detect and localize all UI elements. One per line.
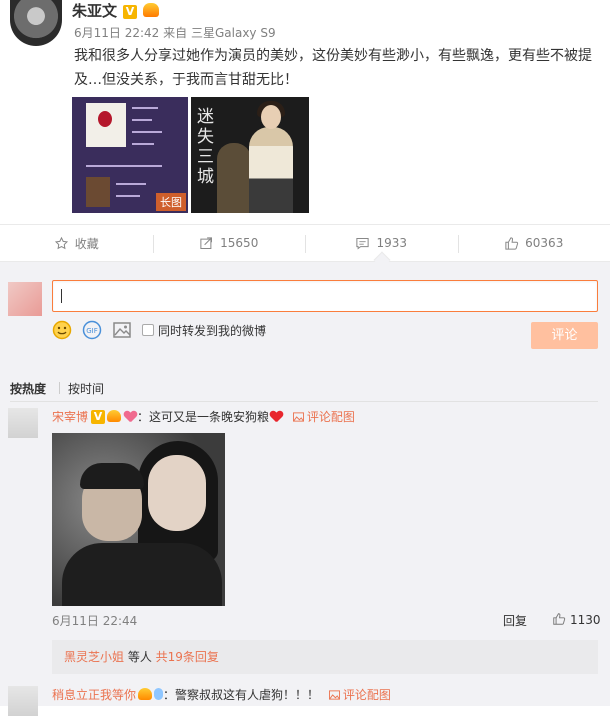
- post-device[interactable]: 三星Galaxy S9: [191, 26, 276, 40]
- comment-text: ：警察叔叔这有人虐狗！！！: [163, 688, 319, 702]
- picture-icon: [329, 690, 340, 700]
- post-text: 我和很多人分享过她作为演员的美妙，这份美妙有些渺小，有些飘逸，更有些不被提及…但…: [74, 44, 594, 92]
- red-heart-icon: [270, 411, 282, 422]
- emoji-icon[interactable]: [52, 320, 72, 340]
- star-icon: [54, 236, 69, 251]
- text-cursor: [61, 289, 62, 303]
- balloon-icon: [154, 688, 163, 700]
- picture-icon: [293, 412, 304, 422]
- sub-reply-user[interactable]: 黑灵芝小姐: [64, 650, 124, 664]
- submit-comment-button[interactable]: 评论: [531, 322, 598, 349]
- crown-emoji-icon: [107, 410, 121, 422]
- forward-checkbox[interactable]: [142, 324, 154, 336]
- divider: [10, 401, 598, 402]
- comment-icon: [355, 236, 370, 251]
- comment-count: 1933: [376, 236, 407, 250]
- like-count: 60363: [525, 236, 563, 250]
- comment-text-line: 宋宰博V ：这可又是一条晚安狗粮 评论配图: [52, 408, 355, 425]
- comment-pic-link[interactable]: 评论配图: [293, 410, 355, 424]
- comment-image[interactable]: [52, 433, 225, 606]
- comment-text-line: 稍息立正我等你 ：警察叔叔这有人虐狗！！！ 评论配图: [52, 686, 391, 703]
- sort-by-hot[interactable]: 按热度: [10, 380, 46, 397]
- favorite-label: 收藏: [75, 235, 99, 252]
- rose-graphic: [98, 111, 112, 127]
- author-avatar[interactable]: [10, 0, 62, 46]
- commenter-name[interactable]: 稍息立正我等你: [52, 688, 136, 702]
- comment-time: 6月11日 22:44: [52, 612, 137, 629]
- repost-button[interactable]: 15650: [153, 225, 306, 261]
- thumbs-up-icon: [504, 236, 519, 251]
- forward-label: 同时转发到我的微博: [158, 322, 266, 339]
- post-image-1[interactable]: 长图: [72, 97, 188, 213]
- comment-input[interactable]: [52, 280, 598, 312]
- my-avatar[interactable]: [8, 282, 42, 316]
- post-author[interactable]: 朱亚文 V: [72, 0, 159, 21]
- view-replies-link[interactable]: 共19条回复: [156, 650, 219, 664]
- comment-text: ：这可又是一条晚安狗粮: [137, 410, 269, 424]
- sort-by-time[interactable]: 按时间: [68, 380, 104, 397]
- comment-like-count: 1130: [570, 613, 601, 627]
- author-name[interactable]: 朱亚文: [72, 2, 117, 20]
- movie-figure-man: [217, 143, 251, 213]
- commenter-name[interactable]: 宋宰博: [52, 410, 88, 424]
- photo-woman-face: [148, 455, 206, 531]
- verified-icon: V: [123, 5, 137, 19]
- comment-pic-label: 评论配图: [343, 688, 391, 702]
- post-time[interactable]: 6月11日 22:42: [74, 26, 159, 40]
- verified-icon: V: [91, 410, 105, 424]
- source-prefix: 来自: [163, 26, 187, 40]
- gif-icon[interactable]: GIF: [82, 320, 102, 340]
- pink-heart-icon: [124, 411, 136, 422]
- favorite-button[interactable]: 收藏: [0, 225, 153, 261]
- reply-button[interactable]: 回复: [503, 612, 527, 629]
- comment-pic-link[interactable]: 评论配图: [329, 688, 391, 702]
- repost-icon: [199, 236, 214, 251]
- repost-count: 15650: [220, 236, 258, 250]
- movie-figure-woman: [249, 127, 293, 213]
- sub-replies-summary: 黑灵芝小姐 等人 共19条回复: [64, 648, 219, 665]
- comment-pic-label: 评论配图: [307, 410, 355, 424]
- post-meta: 6月11日 22:42 来自 三星Galaxy S9: [74, 24, 276, 41]
- commenter-avatar[interactable]: [8, 686, 38, 716]
- poster-thumbnail-2: [86, 177, 110, 207]
- crown-emoji-icon: [138, 688, 152, 700]
- thumbs-up-icon: [552, 612, 566, 626]
- sub-reply-mid: 等人: [124, 650, 156, 664]
- commenter-avatar[interactable]: [8, 408, 38, 438]
- post-image-2[interactable]: 迷 失 三 城: [191, 97, 309, 213]
- svg-text:GIF: GIF: [86, 327, 98, 335]
- sort-divider: [59, 382, 60, 394]
- image-icon[interactable]: [112, 320, 132, 340]
- long-image-tag: 长图: [156, 193, 186, 211]
- member-crown-icon: [143, 3, 159, 17]
- like-button[interactable]: 60363: [458, 225, 610, 261]
- comment-like-button[interactable]: 1130: [552, 612, 601, 627]
- post-action-bar: 收藏 15650 1933 60363: [0, 224, 610, 262]
